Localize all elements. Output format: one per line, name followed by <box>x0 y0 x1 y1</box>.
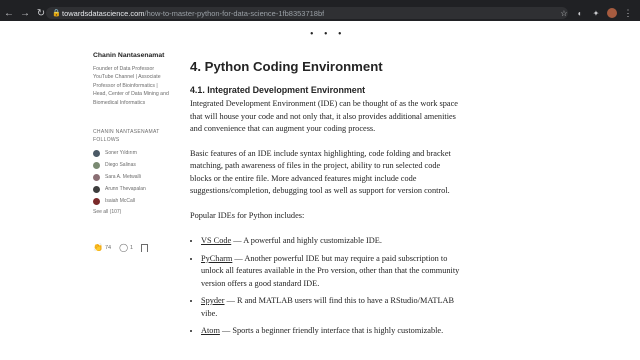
follow-name: Arunn Thevapalan <box>105 186 146 193</box>
author-name[interactable]: Chanin Nantasenamat <box>93 52 173 59</box>
avatar <box>93 161 100 169</box>
follow-item[interactable]: Soner Yıldırım <box>93 147 173 159</box>
follow-name: Soner Yıldırım <box>105 150 137 157</box>
subsection-heading: 4.1. Integrated Development Environment <box>190 85 366 95</box>
follows-heading: CHANIN NANTASENAMAT FOLLOWS <box>93 129 160 143</box>
response-count: 1 <box>130 244 134 251</box>
author-bio: Founder of Data Professor YouTube Channe… <box>93 66 169 106</box>
follow-name: Isaiah McCall <box>105 198 136 205</box>
url-path: /how-to-master-python-for-data-science-1… <box>144 8 325 18</box>
article-actions: 👏 74 ◯ 1 <box>93 243 173 252</box>
follow-item[interactable]: Arunn Thevapalan <box>93 183 173 195</box>
address-bar[interactable]: 🔒 towardsdatascience.com/how-to-master-p… <box>46 7 568 19</box>
puzzle-icon[interactable]: ✦ <box>590 7 602 19</box>
ide-desc: — A powerful and highly customizable IDE… <box>231 236 382 245</box>
avatar <box>93 197 100 205</box>
avatar <box>93 173 100 181</box>
forward-icon[interactable]: → <box>18 6 32 20</box>
ide-desc: — Sports a beginner friendly interface t… <box>219 326 444 335</box>
follow-name: Sara A. Metwalli <box>105 174 141 181</box>
author-sidebar: Chanin Nantasenamat Founder of Data Prof… <box>93 52 173 252</box>
lock-icon[interactable]: 🔒 <box>52 9 62 17</box>
list-item: Atom — Sports a beginner friendly interf… <box>201 325 460 338</box>
follow-item[interactable]: Diego Salinas <box>93 159 173 171</box>
extension-icon[interactable]: ◐ <box>574 7 586 19</box>
paragraph: Popular IDEs for Python includes: <box>190 210 305 220</box>
menu-icon[interactable]: ⋮ <box>622 7 634 19</box>
section-heading: 4. Python Coding Environment <box>190 59 383 74</box>
see-all-link[interactable]: See all (107) <box>93 209 173 215</box>
ide-desc: — Another powerful IDE but may require a… <box>201 253 460 288</box>
list-item: Spyder — R and MATLAB users will find th… <box>201 295 460 320</box>
paragraph: Integrated Development Environment (IDE)… <box>190 99 458 133</box>
back-icon[interactable]: ← <box>2 6 16 20</box>
comment-icon[interactable]: ◯ <box>119 243 128 252</box>
toolbar-actions: ☆ ◐ ✦ ⋮ <box>558 5 634 21</box>
ide-desc: — R and MATLAB users will find this to h… <box>201 296 455 318</box>
ide-link-vscode[interactable]: VS Code <box>201 236 231 245</box>
ide-link-atom[interactable]: Atom <box>201 326 220 335</box>
ide-list: VS Code — A powerful and highly customiz… <box>190 235 460 338</box>
list-item: PyCharm — Another powerful IDE but may r… <box>201 253 460 291</box>
follow-item[interactable]: Sara A. Metwalli <box>93 171 173 183</box>
bookmark-icon[interactable] <box>141 243 149 252</box>
article-body: 4. Python Coding Environment 4.1. Integr… <box>190 59 460 343</box>
follows-list: Soner Yıldırım Diego Salinas Sara A. Met… <box>93 147 173 207</box>
star-icon[interactable]: ☆ <box>558 7 570 19</box>
section-separator: • • • <box>310 29 346 40</box>
avatar <box>93 149 100 157</box>
ide-link-pycharm[interactable]: PyCharm <box>201 254 232 263</box>
profile-avatar[interactable] <box>606 7 618 19</box>
avatar <box>93 185 100 193</box>
follow-item[interactable]: Isaiah McCall <box>93 195 173 207</box>
url-text: towardsdatascience.com/how-to-master-pyt… <box>62 9 324 18</box>
page-content: • • • Chanin Nantasenamat Founder of Dat… <box>0 21 640 360</box>
follow-name: Diego Salinas <box>105 162 136 169</box>
paragraph: Basic features of an IDE include syntax … <box>190 148 451 196</box>
url-domain: towardsdatascience.com <box>62 8 145 18</box>
list-item: VS Code — A powerful and highly customiz… <box>201 235 460 248</box>
ide-link-spyder[interactable]: Spyder <box>201 296 225 305</box>
clap-count: 74 <box>104 244 112 251</box>
clap-icon[interactable]: 👏 <box>93 243 103 252</box>
